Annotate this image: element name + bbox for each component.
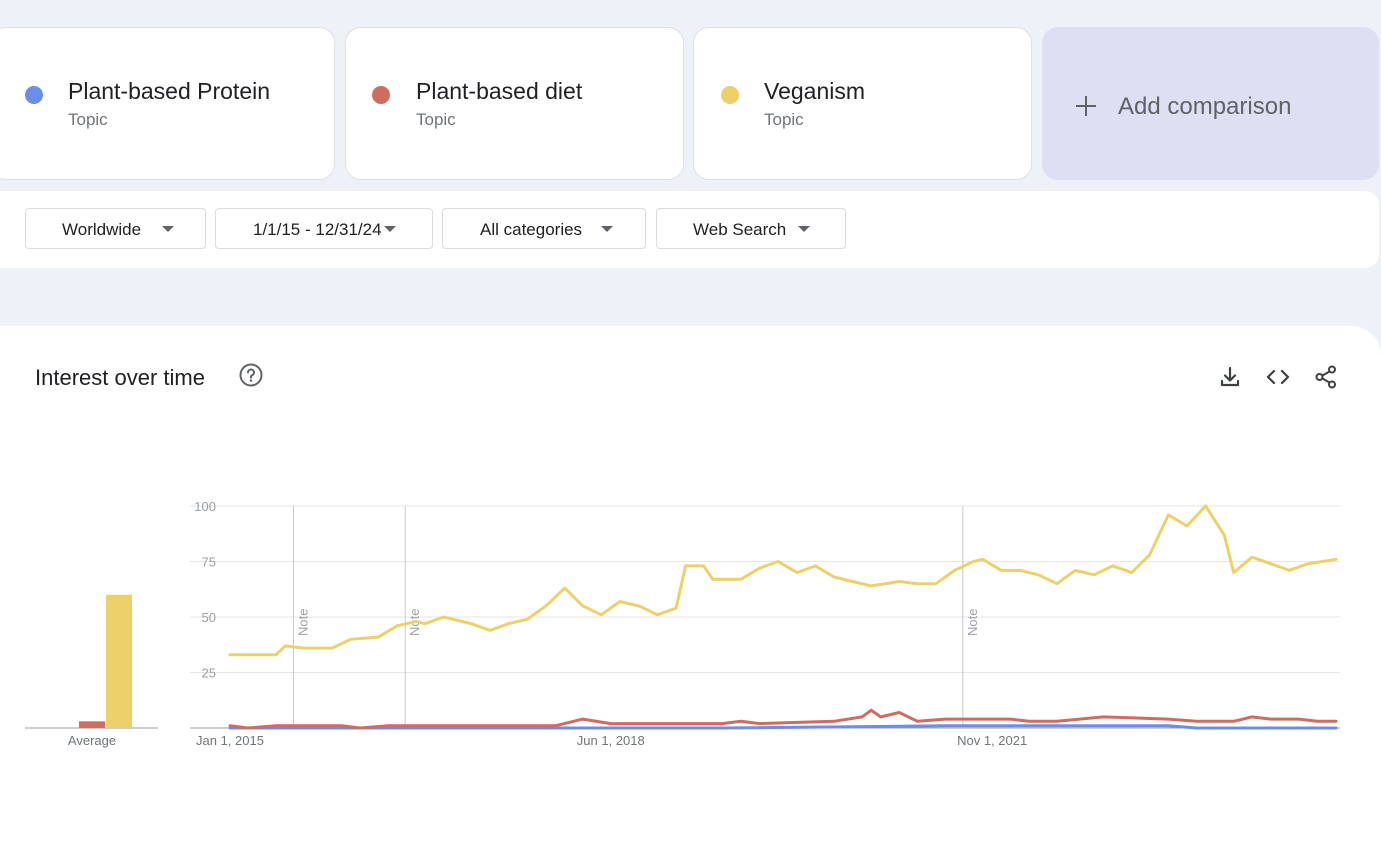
term-card-plant-based-diet[interactable]: Plant-based diet Topic: [345, 27, 684, 180]
plus-icon: [1076, 96, 1096, 116]
term-name: Plant-based diet: [416, 78, 583, 104]
category-dropdown[interactable]: All categories: [442, 208, 646, 249]
add-comparison-button[interactable]: Add comparison: [1042, 27, 1379, 180]
y-tick-label: 100: [194, 499, 216, 514]
y-tick-label: 75: [202, 555, 216, 570]
x-tick-label: Jan 1, 2015: [196, 733, 264, 748]
note-label: Note: [295, 609, 310, 636]
series-color-dot: [721, 86, 739, 104]
average-label: Average: [68, 733, 116, 748]
term-card-veganism[interactable]: Veganism Topic: [693, 27, 1032, 180]
series-color-dot: [372, 86, 390, 104]
average-bar: [106, 594, 132, 728]
x-tick-label: Jun 1, 2018: [577, 733, 645, 748]
series-color-dot: [25, 86, 43, 104]
interest-chart: Note Note Note 255075100Jan 1, 2015 Jun 1, …: [25, 499, 1340, 748]
filter-bar: Worldwide 1/1/15 - 12/31/24 All categori…: [0, 191, 1379, 268]
term-name: Veganism: [764, 78, 866, 104]
caret-down-icon: [384, 226, 396, 232]
caret-down-icon: [798, 226, 810, 232]
y-tick-label: 50: [202, 610, 216, 625]
date-range-dropdown[interactable]: 1/1/15 - 12/31/24: [215, 208, 433, 249]
term-name: Plant-based Protein: [68, 78, 271, 104]
caret-down-icon: [601, 226, 613, 232]
term-type: Topic: [416, 110, 456, 129]
term-type: Topic: [68, 110, 108, 129]
x-tick-label: Nov 1, 2021: [957, 733, 1027, 748]
region-label: Worldwide: [62, 220, 142, 239]
average-bar: [79, 721, 105, 728]
y-tick-label: 25: [202, 666, 216, 681]
note-label: Note: [965, 609, 980, 636]
region-dropdown[interactable]: Worldwide: [25, 208, 206, 249]
caret-down-icon: [162, 226, 174, 232]
add-comparison-label: Add comparison: [1118, 93, 1292, 120]
series-line: [228, 504, 1338, 657]
interest-over-time-card: Interest over time Note Note Note 25 50 75 10…: [0, 326, 1381, 846]
term-type: Topic: [764, 110, 804, 129]
date-range-label: 1/1/15 - 12/31/24: [253, 220, 382, 239]
search-type-label: Web Search: [693, 220, 787, 239]
search-type-dropdown[interactable]: Web Search: [656, 208, 846, 249]
category-label: All categories: [480, 220, 583, 239]
term-card-plant-based-protein[interactable]: Plant-based Protein Topic: [0, 27, 335, 180]
